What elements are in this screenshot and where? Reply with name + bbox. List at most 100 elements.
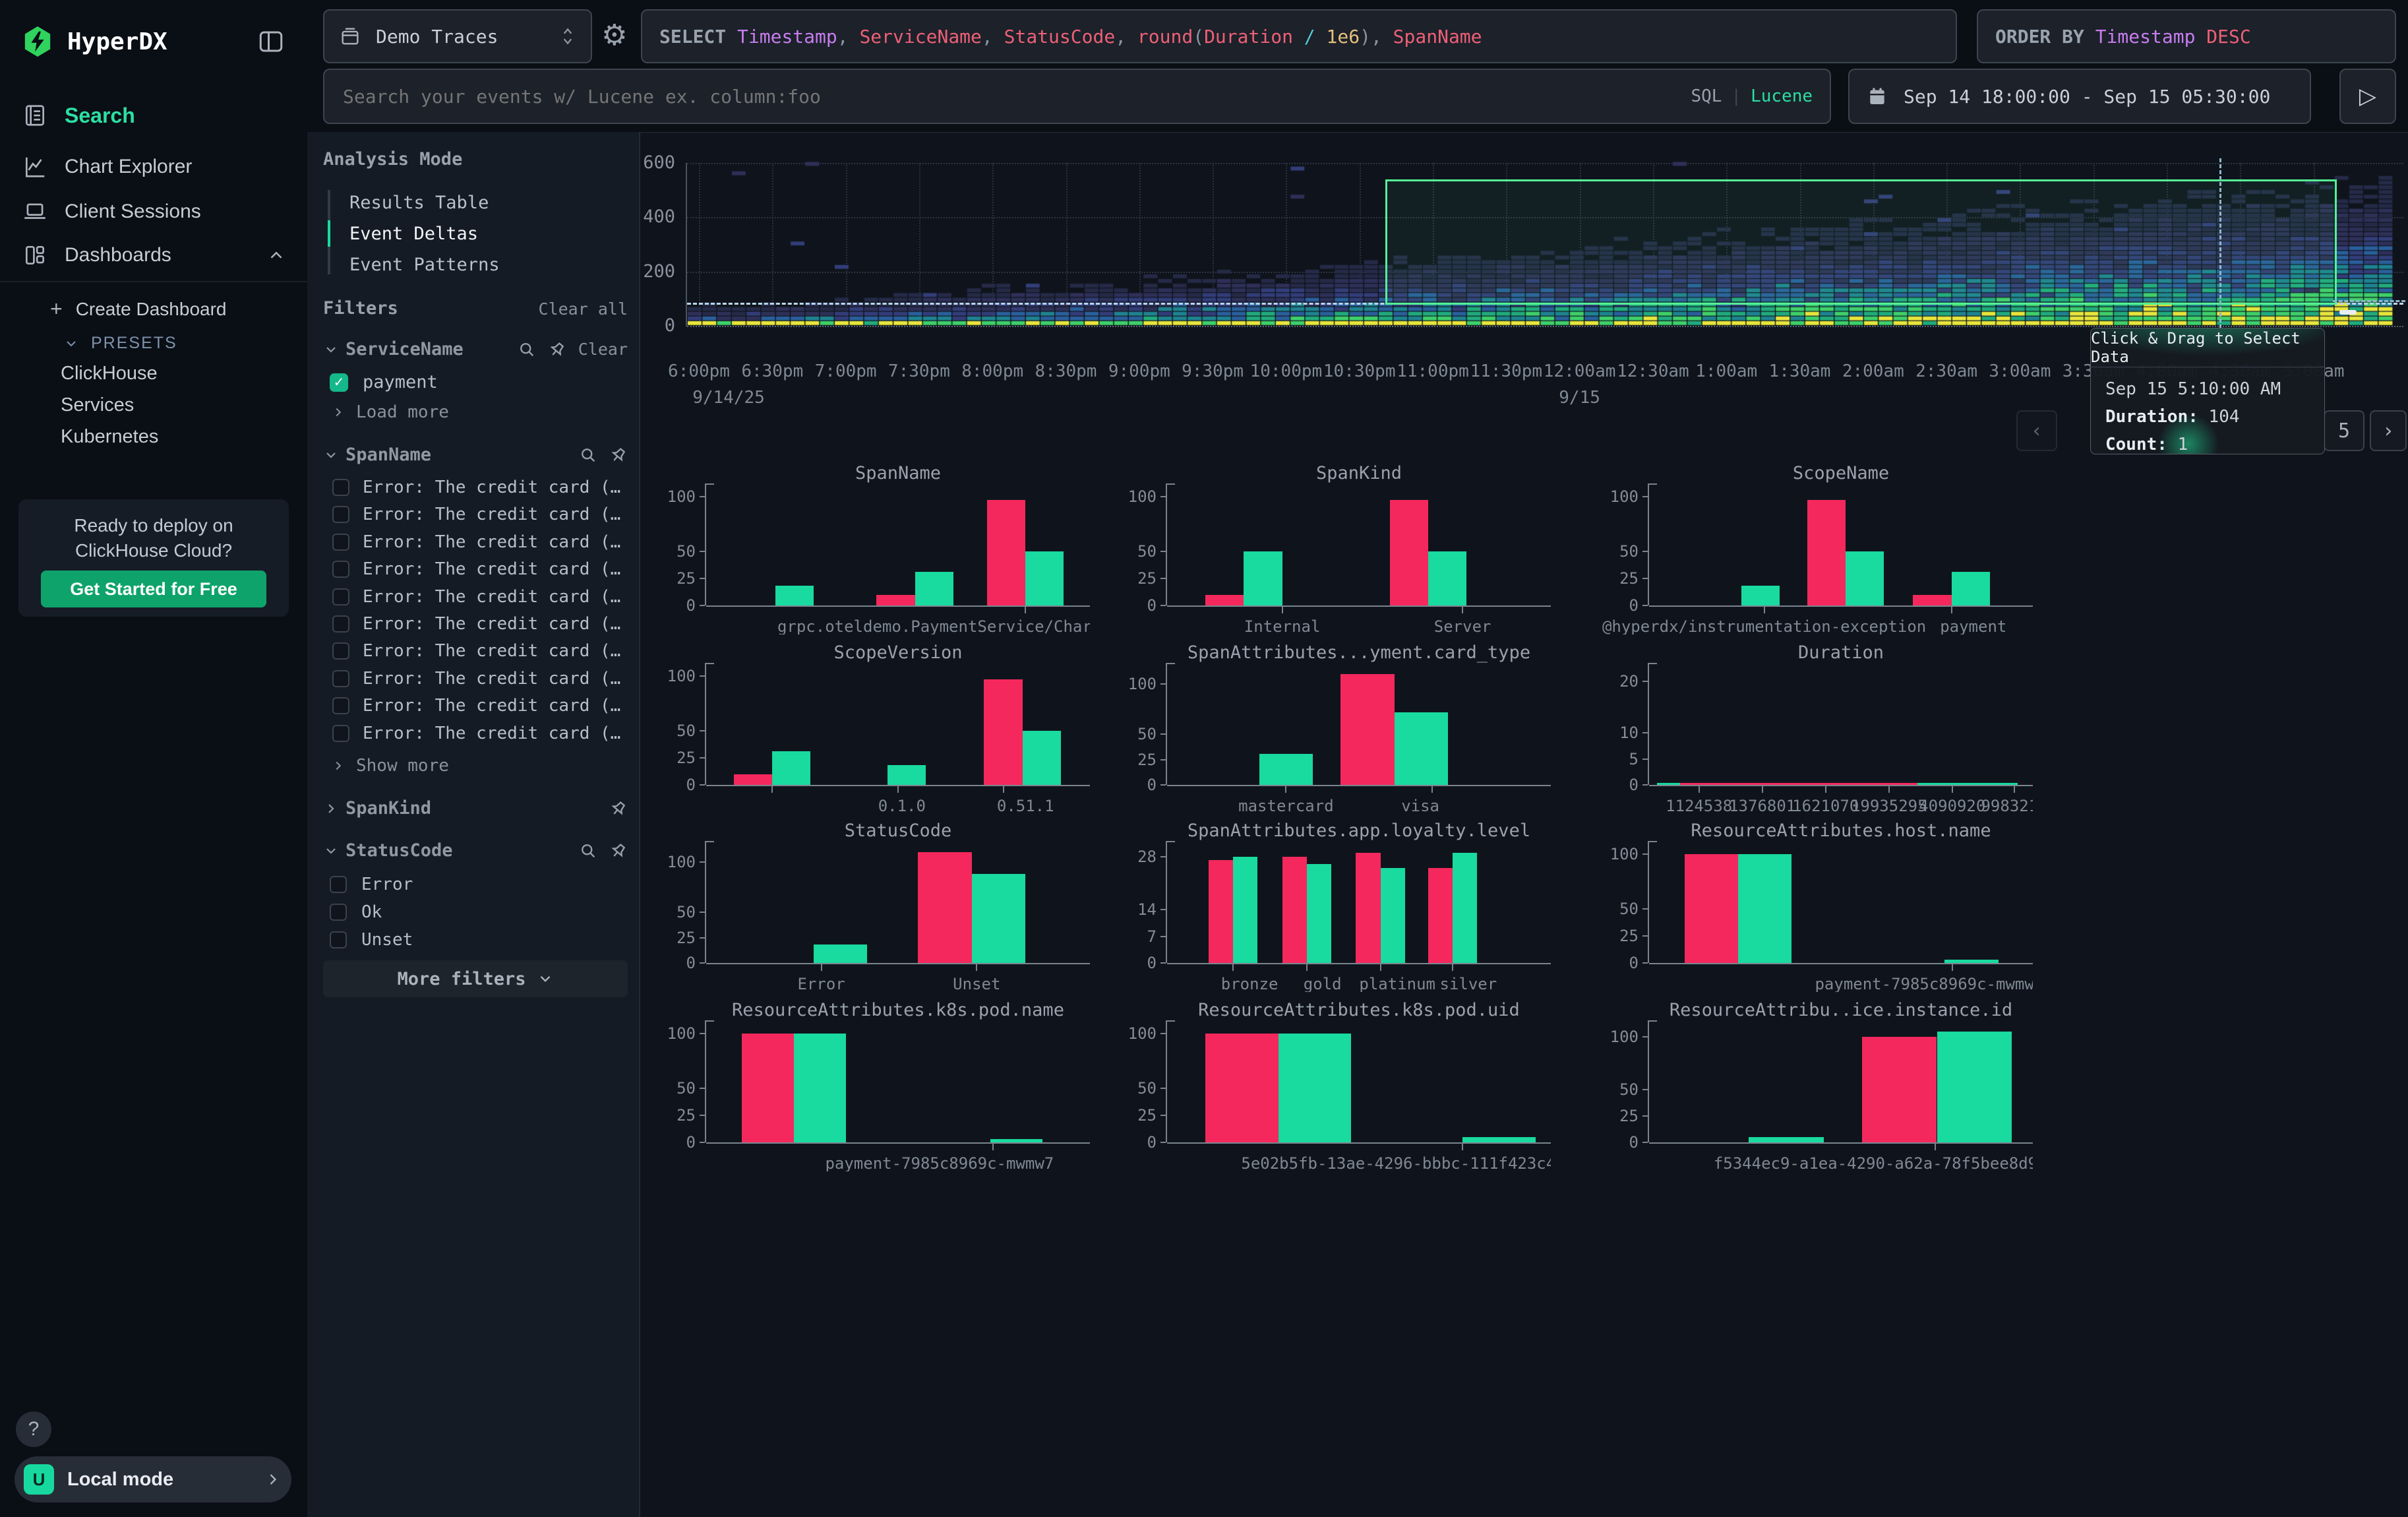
page-next-button[interactable]: ›: [2370, 410, 2407, 451]
filter-option-spanname[interactable]: Error: The credit card (…: [332, 532, 620, 552]
filter-option-payment[interactable]: ✓ payment: [330, 372, 438, 392]
chart-title: ScopeName: [1649, 463, 2033, 483]
filter-option-spanname[interactable]: Error: The credit card (…: [332, 505, 620, 524]
order-by-input[interactable]: ORDER BY Timestamp DESC: [1977, 9, 2396, 63]
checkbox[interactable]: [332, 670, 349, 687]
mode-event-patterns[interactable]: Event Patterns: [349, 255, 500, 275]
mode-event-deltas[interactable]: Event Deltas: [349, 224, 478, 244]
sql-mode-toggle[interactable]: SQL: [1691, 86, 1722, 106]
y-tick-label: 50: [1599, 542, 1639, 561]
pin-icon[interactable]: [605, 838, 631, 863]
sidebar-item-dashboards[interactable]: Dashboards: [22, 243, 286, 268]
filter-option-spanname[interactable]: Error: The credit card (…: [332, 669, 620, 689]
pin-icon[interactable]: [544, 336, 570, 362]
filter-option-error[interactable]: Error: [330, 875, 413, 894]
run-query-button[interactable]: ▷: [2339, 69, 2396, 124]
chevron-down-icon[interactable]: [323, 447, 339, 463]
checkbox[interactable]: [332, 642, 349, 660]
help-button[interactable]: ?: [16, 1411, 51, 1447]
filter-option-spanname[interactable]: Error: The credit card (…: [332, 696, 620, 716]
sidebar-item-client-sessions[interactable]: Client Sessions: [22, 199, 201, 224]
checkbox[interactable]: [332, 588, 349, 605]
mini-chart-scopename[interactable]: ScopeName02550100@hyperdx/instrumentatio…: [1599, 462, 2033, 635]
filter-option-spanname[interactable]: Error: The credit card (…: [332, 724, 620, 743]
mini-chart-spanattributes-app-loyalty-level[interactable]: SpanAttributes.app.loyalty.level071428br…: [1117, 819, 1551, 992]
mini-chart-spanname[interactable]: SpanName02550100grpc.oteldemo.PaymentSer…: [656, 462, 1090, 635]
filter-option-unset[interactable]: Unset: [330, 930, 413, 950]
checkbox[interactable]: [332, 561, 349, 578]
mini-chart-spankind[interactable]: SpanKind02550100InternalServer: [1117, 462, 1551, 635]
clear-section-button[interactable]: Clear: [578, 340, 628, 359]
sidebar-item-search[interactable]: Search: [22, 103, 135, 128]
mini-chart-resourceattributes-k8s-pod-name[interactable]: ResourceAttributes.k8s.pod.name02550100p…: [656, 999, 1090, 1171]
chevron-right-icon[interactable]: [323, 801, 339, 817]
sql-select-input[interactable]: SELECT Timestamp, ServiceName, StatusCod…: [641, 9, 1957, 63]
search-icon[interactable]: [518, 340, 536, 359]
mini-chart-spanattributes-yment-card-type[interactable]: SpanAttributes...yment.card_type02550100…: [1117, 641, 1551, 814]
more-filters-button[interactable]: More filters: [323, 960, 628, 997]
checkbox[interactable]: [330, 904, 347, 921]
filter-option-spanname[interactable]: Error: The credit card (…: [332, 641, 620, 661]
source-select[interactable]: Demo Traces: [323, 9, 592, 63]
checkbox[interactable]: [332, 725, 349, 742]
sidebar-item-kubernetes[interactable]: Kubernetes: [61, 426, 158, 448]
local-mode-menu[interactable]: U Local mode: [15, 1456, 291, 1502]
logo[interactable]: HyperDX: [22, 25, 167, 58]
pin-icon[interactable]: [605, 795, 631, 821]
mini-chart-resourceattribu-ice-instance-id[interactable]: ResourceAttribu..ice.instance.id02550100…: [1599, 999, 2033, 1171]
y-tick-label: 25: [1599, 1107, 1639, 1125]
checkbox[interactable]: [332, 697, 349, 714]
mini-chart-statuscode[interactable]: StatusCode02550100ErrorUnset: [656, 819, 1090, 992]
load-more-button[interactable]: Load more: [331, 402, 449, 422]
bar-p: [1428, 868, 1453, 963]
checkbox[interactable]: [330, 876, 347, 893]
checkbox[interactable]: [332, 615, 349, 633]
search-input[interactable]: [342, 85, 1691, 108]
sidebar-item-clickhouse[interactable]: ClickHouse: [61, 363, 158, 385]
show-more-button[interactable]: Show more: [331, 756, 449, 776]
mini-chart-resourceattributes-host-name[interactable]: ResourceAttributes.host.name02550100paym…: [1599, 819, 2033, 992]
y-axis: [705, 841, 706, 963]
search-icon[interactable]: [579, 446, 597, 464]
x-axis: [1649, 605, 2033, 607]
chevron-down-icon[interactable]: [323, 843, 339, 859]
checkbox[interactable]: [332, 534, 349, 551]
create-dashboard-button[interactable]: + Create Dashboard: [50, 297, 227, 321]
filter-option-spanname[interactable]: Error: The credit card (…: [332, 587, 620, 607]
checkbox-checked[interactable]: ✓: [330, 373, 348, 392]
filter-option-spanname[interactable]: Error: The credit card (…: [332, 478, 620, 497]
filter-option-spanname[interactable]: Error: The credit card (…: [332, 614, 620, 634]
filter-option-ok[interactable]: Ok: [330, 902, 382, 922]
page-number-button[interactable]: 5: [2324, 410, 2364, 451]
bar-p: [987, 500, 1025, 605]
bar-g: [1944, 960, 1998, 963]
topbar: Demo Traces ⚙ SELECT Timestamp, ServiceN…: [307, 0, 2408, 133]
checkbox[interactable]: [332, 479, 349, 496]
selection-box[interactable]: [1385, 179, 2337, 305]
mini-chart-scopeversion[interactable]: ScopeVersion025501000.1.00.51.1: [656, 641, 1090, 814]
chart-title: SpanName: [706, 463, 1090, 483]
checkbox[interactable]: [332, 506, 349, 523]
pin-icon[interactable]: [605, 442, 631, 468]
x-tick: [976, 964, 977, 971]
y-tick-label: 10: [1599, 724, 1639, 742]
collapse-sidebar-icon[interactable]: [257, 28, 285, 59]
filter-option-spanname[interactable]: Error: The credit card (…: [332, 559, 620, 579]
checkbox[interactable]: [330, 931, 347, 948]
x-tick-label: 3:00am: [1989, 361, 2051, 381]
lucene-mode-toggle[interactable]: Lucene: [1751, 86, 1813, 106]
sidebar-item-chart-explorer[interactable]: Chart Explorer: [22, 154, 192, 179]
mini-chart-resourceattributes-k8s-pod-uid[interactable]: ResourceAttributes.k8s.pod.uid025501005e…: [1117, 999, 1551, 1171]
mini-chart-duration[interactable]: Duration05102011245381376801162107019935…: [1599, 641, 2033, 814]
y-tick: [700, 757, 705, 758]
sidebar-item-services[interactable]: Services: [61, 394, 134, 416]
time-range-picker[interactable]: Sep 14 18:00:00 - Sep 15 05:30:00: [1848, 69, 2311, 124]
presets-toggle[interactable]: PRESETS: [63, 334, 177, 353]
search-icon[interactable]: [579, 842, 597, 860]
page-prev-button[interactable]: ‹: [2016, 410, 2057, 451]
y-tick-label: 100: [656, 853, 696, 871]
get-started-button[interactable]: Get Started for Free: [41, 571, 266, 607]
chevron-down-icon[interactable]: [323, 342, 339, 357]
mode-results-table[interactable]: Results Table: [349, 193, 489, 213]
source-settings-gear-icon[interactable]: ⚙: [601, 18, 627, 52]
